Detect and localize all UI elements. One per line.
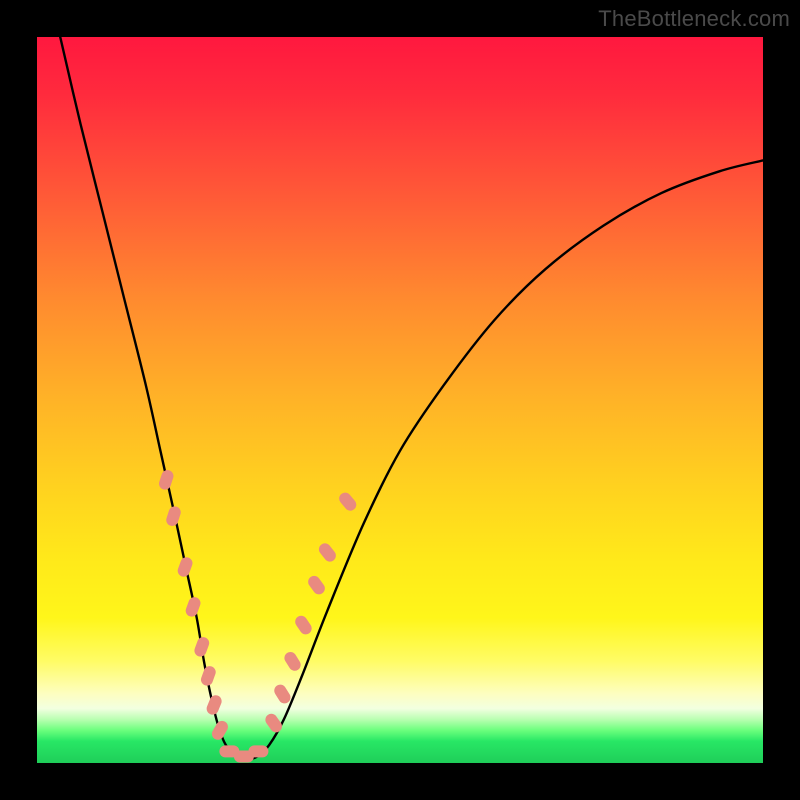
- curve-marker: [210, 719, 230, 742]
- curve-markers: [157, 468, 358, 762]
- curve-marker: [205, 693, 224, 716]
- watermark-text: TheBottleneck.com: [598, 6, 790, 32]
- chart-frame: TheBottleneck.com: [0, 0, 800, 800]
- curve-marker: [176, 556, 194, 579]
- bottleneck-curve: [60, 37, 763, 759]
- curve-marker: [248, 745, 268, 757]
- curve-marker: [165, 505, 183, 528]
- curve-marker: [306, 574, 327, 597]
- plot-area: [37, 37, 763, 763]
- curve-layer: [37, 37, 763, 763]
- curve-marker: [282, 650, 303, 673]
- curve-marker: [317, 541, 339, 564]
- curve-marker: [157, 468, 175, 491]
- curve-marker: [272, 682, 293, 705]
- curve-marker: [199, 664, 217, 687]
- curve-marker: [184, 595, 202, 618]
- curve-marker: [193, 635, 211, 658]
- curve-marker: [293, 613, 314, 636]
- curve-marker: [337, 490, 359, 513]
